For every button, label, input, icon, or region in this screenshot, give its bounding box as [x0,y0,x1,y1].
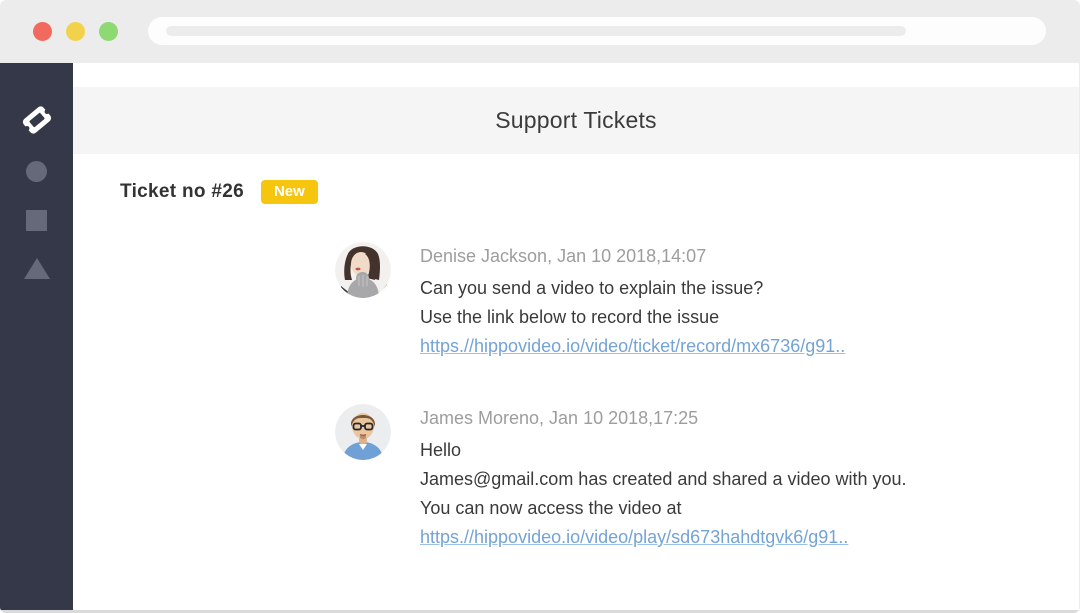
sidebar-item-square[interactable] [0,200,73,240]
message-body: James Moreno, Jan 10 2018,17:25 Hello Ja… [420,404,1040,552]
message-text-line: Use the link below to record the issue [420,303,1040,332]
main-content: Support Tickets Ticket no #26 New [73,63,1079,613]
new-status-badge: New [261,180,318,204]
message-author-timestamp: James Moreno, Jan 10 2018,17:25 [420,406,1040,430]
message-text-line: You can now access the video at [420,494,1040,523]
page-header: Support Tickets [73,87,1079,154]
browser-window: Support Tickets Ticket no #26 New [0,0,1080,613]
message-james: James Moreno, Jan 10 2018,17:25 Hello Ja… [335,404,1040,552]
james-avatar [335,404,391,460]
message-body: Denise Jackson, Jan 10 2018,14:07 Can yo… [420,242,1040,361]
address-bar-text-line [166,26,906,36]
message-author-timestamp: Denise Jackson, Jan 10 2018,14:07 [420,244,1040,268]
sidebar-item-tickets[interactable] [0,100,73,140]
ticket-icon [19,103,53,136]
play-video-link[interactable]: https.//hippovideo.io/video/play/sd673ha… [420,523,848,552]
message-text-line: Hello [420,436,1040,465]
square-icon [26,210,47,231]
minimize-window-button[interactable] [66,22,85,41]
message-text-line: James@gmail.com has created and shared a… [420,465,1040,494]
page-title: Support Tickets [495,107,657,134]
triangle-icon [24,258,50,279]
message-denise: Denise Jackson, Jan 10 2018,14:07 Can yo… [335,242,1040,361]
sidebar-item-triangle[interactable] [0,248,73,288]
browser-chrome [0,0,1080,63]
message-text-line: Can you send a video to explain the issu… [420,274,1040,303]
address-bar[interactable] [148,17,1046,45]
close-window-button[interactable] [33,22,52,41]
record-video-link[interactable]: https.//hippovideo.io/video/ticket/recor… [420,332,845,361]
ticket-header: Ticket no #26 New [120,180,318,204]
circle-icon [26,161,47,182]
denise-avatar [335,242,391,298]
sidebar [0,63,73,610]
sidebar-item-circle[interactable] [0,151,73,191]
ticket-title: Ticket no #26 [120,181,244,203]
zoom-window-button[interactable] [99,22,118,41]
